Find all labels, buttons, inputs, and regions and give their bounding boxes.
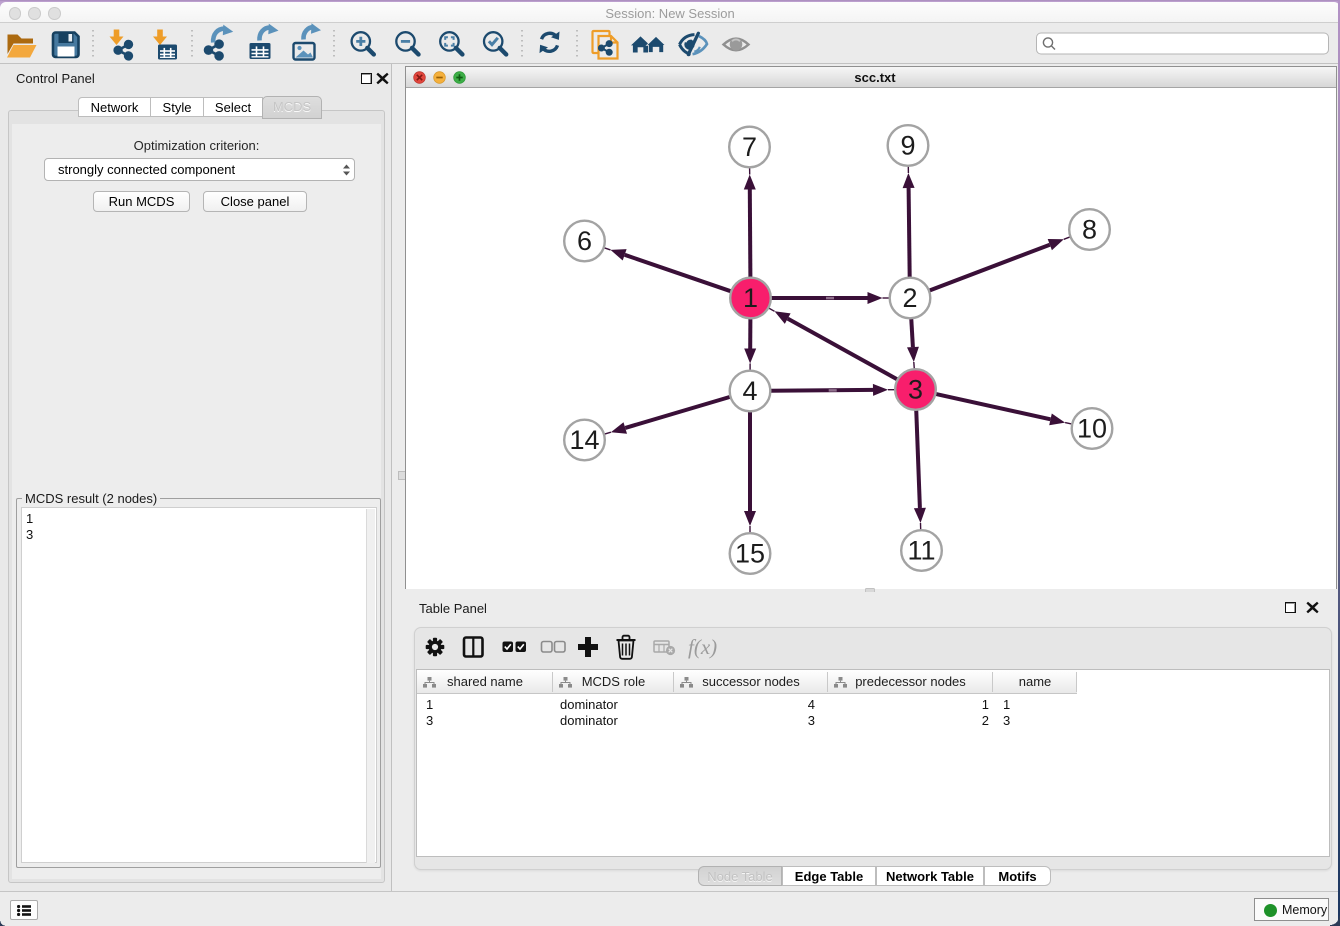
svg-text:2: 2 — [902, 283, 917, 313]
svg-text:3: 3 — [908, 375, 923, 405]
svg-text:10: 10 — [1077, 414, 1107, 444]
svg-text:8: 8 — [1082, 215, 1097, 245]
svg-text:7: 7 — [742, 132, 757, 162]
svg-text:f(x): f(x) — [688, 635, 717, 659]
svg-text:1: 1 — [743, 283, 758, 313]
svg-text:15: 15 — [735, 539, 765, 569]
svg-text:9: 9 — [900, 131, 915, 161]
svg-text:14: 14 — [569, 425, 599, 455]
svg-text:11: 11 — [907, 536, 935, 566]
svg-text:6: 6 — [577, 226, 592, 256]
svg-text:4: 4 — [742, 376, 757, 406]
